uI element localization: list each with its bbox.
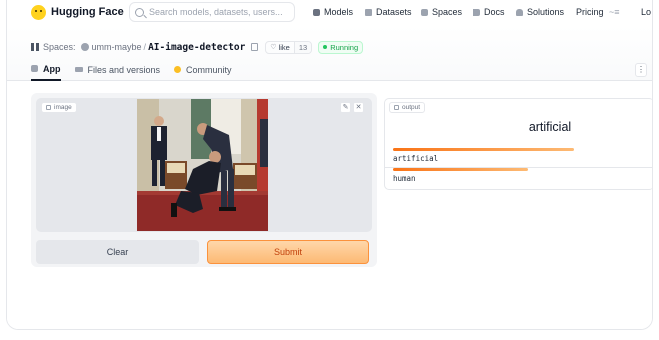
spaces-icon bbox=[421, 8, 428, 16]
confidence-label: artificial bbox=[393, 154, 439, 163]
browser-frame: Hugging Face Models Datasets Spaces Docs… bbox=[6, 0, 653, 330]
path-separator: / bbox=[143, 42, 147, 52]
search-input[interactable] bbox=[149, 7, 289, 17]
nav-pricing[interactable]: Pricing bbox=[576, 7, 604, 17]
confidence-bar bbox=[393, 148, 575, 151]
like-label-wrap: ♡ like bbox=[266, 42, 294, 53]
edit-icon[interactable]: ✎ bbox=[340, 102, 351, 113]
like-label: like bbox=[278, 42, 290, 52]
space-header: Spaces: umm-maybe / AI-image-detector ♡ l… bbox=[7, 26, 652, 81]
brand-name[interactable]: Hugging Face bbox=[51, 6, 124, 18]
gradio-app: image ✎ ✕ Clear Submit output artificial… bbox=[7, 82, 652, 329]
tab-community-label: Community bbox=[186, 64, 232, 75]
confidence-bar bbox=[393, 168, 529, 171]
solutions-icon bbox=[516, 8, 523, 16]
image-input[interactable]: image ✎ ✕ bbox=[36, 98, 372, 232]
nav-solutions[interactable]: Solutions bbox=[516, 7, 564, 17]
top-navbar: Hugging Face Models Datasets Spaces Docs… bbox=[7, 0, 652, 26]
docs-icon bbox=[473, 8, 480, 16]
nav-models-label: Models bbox=[324, 7, 354, 17]
datasets-icon bbox=[365, 8, 372, 16]
user-icon bbox=[80, 43, 89, 51]
tab-files-and-versions[interactable]: Files and versions bbox=[74, 58, 161, 81]
tab-app[interactable]: App bbox=[31, 58, 61, 81]
nav-docs[interactable]: Docs bbox=[473, 7, 505, 17]
tab-community[interactable]: Community bbox=[174, 58, 232, 81]
nav-spaces[interactable]: Spaces bbox=[421, 7, 462, 17]
space-title-row: Spaces: umm-maybe / AI-image-detector ♡ l… bbox=[31, 40, 364, 54]
confidence-bar-track bbox=[393, 168, 648, 171]
kebab-menu-icon[interactable]: ⋮ bbox=[635, 63, 647, 77]
copy-icon[interactable] bbox=[251, 43, 259, 51]
space-tabs: App Files and versions Community bbox=[31, 58, 246, 81]
space-name-link[interactable]: AI-image-detector bbox=[148, 42, 245, 53]
confidence-row: human bbox=[393, 168, 648, 183]
files-icon bbox=[74, 67, 83, 72]
image-component-label: image bbox=[41, 102, 77, 113]
label-icon bbox=[394, 105, 399, 110]
uploaded-photo bbox=[137, 99, 268, 231]
status-dot-icon bbox=[323, 45, 328, 49]
submit-button[interactable]: Submit bbox=[207, 240, 369, 264]
app-icon bbox=[31, 65, 38, 72]
confidence-label: human bbox=[393, 174, 416, 183]
output-panel: output artificial artificial human bbox=[384, 98, 652, 190]
models-icon bbox=[313, 8, 320, 16]
status-label: Running bbox=[330, 42, 359, 52]
tab-app-label: App bbox=[43, 63, 61, 74]
heart-icon: ♡ bbox=[270, 44, 277, 51]
space-owner-link[interactable]: umm-maybe bbox=[92, 42, 142, 52]
close-icon[interactable]: ✕ bbox=[353, 102, 364, 113]
nav-spaces-label: Spaces bbox=[432, 7, 463, 17]
nav-docs-label: Docs bbox=[484, 7, 505, 17]
output-label-text: output bbox=[402, 104, 421, 111]
spaces-grid-icon bbox=[31, 43, 39, 51]
nav-datasets-label: Datasets bbox=[376, 7, 412, 17]
like-button[interactable]: ♡ like 13 bbox=[265, 40, 313, 54]
search-icon bbox=[135, 7, 144, 17]
status-badge: Running bbox=[318, 40, 364, 54]
more-menu-icon[interactable]: ~≡ bbox=[609, 7, 620, 17]
output-component-label: output bbox=[389, 102, 426, 113]
image-label-text: image bbox=[54, 104, 72, 111]
login-link[interactable]: Lo bbox=[641, 7, 651, 17]
nav-models[interactable]: Models bbox=[313, 7, 353, 17]
predicted-label: artificial bbox=[528, 120, 572, 134]
image-icon bbox=[46, 105, 51, 110]
hugging-face-logo-icon[interactable] bbox=[31, 5, 46, 20]
nav-solutions-label: Solutions bbox=[527, 7, 565, 17]
tab-files-label: Files and versions bbox=[87, 64, 161, 75]
like-count: 13 bbox=[293, 41, 312, 53]
confidence-row: artificial bbox=[385, 148, 652, 168]
nav-datasets[interactable]: Datasets bbox=[365, 7, 412, 17]
spaces-label: Spaces: bbox=[43, 42, 76, 52]
community-icon bbox=[174, 66, 182, 73]
search-box[interactable] bbox=[129, 2, 295, 22]
nav-pricing-label: Pricing bbox=[576, 7, 604, 17]
clear-button[interactable]: Clear bbox=[36, 240, 199, 264]
confidence-bar-track bbox=[393, 148, 648, 151]
